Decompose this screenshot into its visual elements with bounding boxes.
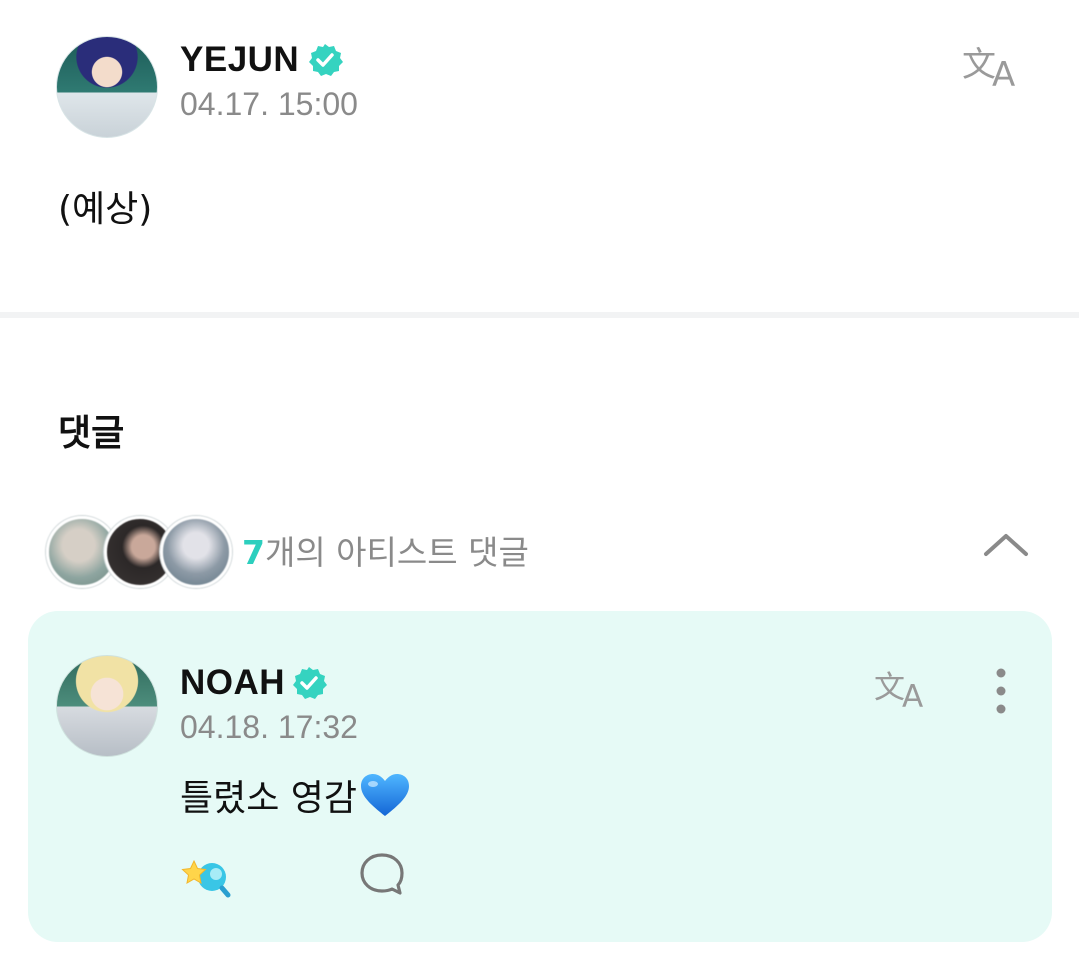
- artist-comments-count[interactable]: 7개의 아티스트 댓글: [242, 526, 529, 574]
- comment-author-row: NOAH: [180, 663, 328, 703]
- artist-comment-card: NOAH 04.18. 17:32 文 A 틀렸소 영감: [28, 611, 1052, 942]
- svg-text:A: A: [902, 679, 923, 711]
- svg-text:文: 文: [962, 45, 996, 85]
- section-divider: [0, 312, 1079, 318]
- post-timestamp: 04.17. 15:00: [180, 86, 358, 122]
- comment-timestamp: 04.18. 17:32: [180, 709, 358, 745]
- verified-check-icon: [309, 44, 344, 76]
- translate-icon[interactable]: 文 A: [960, 40, 1026, 90]
- post-body-text: (예상): [58, 189, 153, 230]
- artist-comments-label: 개의 아티스트 댓글: [264, 533, 529, 572]
- artist-comments-number: 7: [242, 533, 265, 572]
- post-author-name[interactable]: YEJUN: [180, 40, 299, 80]
- comments-section-title: 댓글: [58, 413, 125, 454]
- chevron-up-icon[interactable]: [982, 524, 1030, 564]
- reply-bubble-icon[interactable]: [358, 851, 406, 897]
- artist-avatar-stack[interactable]: [46, 516, 232, 588]
- svg-text:A: A: [992, 55, 1015, 90]
- comment-text: 틀렸소 영감: [180, 778, 358, 819]
- blue-heart-emoji: [361, 774, 410, 816]
- more-vertical-icon[interactable]: [986, 667, 1016, 715]
- svg-text:文: 文: [874, 670, 905, 706]
- artist-avatar: [160, 516, 232, 588]
- post-author-row: YEJUN: [180, 40, 344, 80]
- comment-text-row: 틀렸소 영감: [180, 769, 411, 821]
- star-reaction-icon[interactable]: [180, 855, 232, 899]
- comment-author-avatar[interactable]: [56, 655, 158, 757]
- verified-check-icon: [293, 667, 328, 699]
- translate-icon[interactable]: 文 A: [874, 665, 934, 711]
- comment-author-name[interactable]: NOAH: [180, 663, 285, 703]
- post-author-avatar[interactable]: [56, 36, 158, 138]
